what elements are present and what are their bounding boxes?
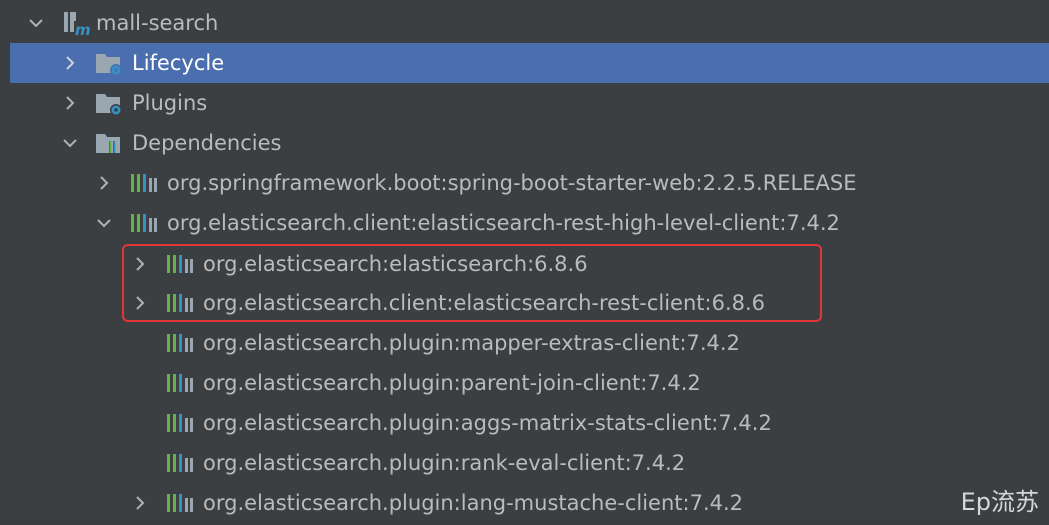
tree-node-root[interactable]: m mall-search — [10, 3, 1049, 43]
chevron-down-icon[interactable] — [92, 203, 116, 243]
library-icon — [166, 483, 200, 523]
chevron-right-icon[interactable] — [58, 83, 82, 123]
dependency-child-item[interactable]: org.elasticsearch.plugin:rank-eval-clien… — [10, 443, 1049, 483]
tree-node-label: Dependencies — [132, 131, 282, 155]
dependency-child-item[interactable]: org.elasticsearch.plugin:parent-join-cli… — [10, 363, 1049, 403]
dependency-label: org.elasticsearch.client:elasticsearch-r… — [203, 291, 766, 315]
dependency-label: org.elasticsearch:elasticsearch:6.8.6 — [203, 252, 588, 276]
plugins-folder-icon — [94, 83, 128, 123]
tree-node-dependencies[interactable]: Dependencies — [10, 123, 1049, 163]
watermark-text: Ep流苏 — [960, 488, 1039, 516]
library-icon — [166, 323, 200, 363]
library-icon — [166, 403, 200, 443]
dependency-label: org.elasticsearch.plugin:rank-eval-clien… — [203, 451, 686, 475]
dependency-label: org.elasticsearch.client:elasticsearch-r… — [167, 211, 840, 235]
dependency-item[interactable]: org.springframework.boot:spring-boot-sta… — [10, 163, 1049, 203]
dependency-child-item[interactable]: org.elasticsearch.plugin:mapper-extras-c… — [10, 323, 1049, 363]
chevron-right-icon[interactable] — [128, 244, 152, 284]
chevron-right-icon[interactable] — [128, 283, 152, 323]
dependency-label: org.elasticsearch.plugin:parent-join-cli… — [203, 371, 701, 395]
dependency-child-item[interactable]: org.elasticsearch.plugin:aggs-matrix-sta… — [10, 403, 1049, 443]
tree-node-label: Plugins — [132, 91, 208, 115]
dependency-label: org.elasticsearch.plugin:lang-mustache-c… — [203, 491, 744, 515]
maven-project-tree: m mall-search Lifecycle Plugins Dependen… — [0, 0, 1049, 525]
dependency-child-item[interactable]: org.elasticsearch.client:elasticsearch-r… — [10, 283, 1049, 323]
library-icon — [130, 203, 164, 243]
library-icon — [166, 363, 200, 403]
dependency-child-item[interactable]: org.elasticsearch.plugin:lang-mustache-c… — [10, 483, 1049, 523]
chevron-right-icon[interactable] — [128, 483, 152, 523]
dependency-label: org.elasticsearch.plugin:aggs-matrix-sta… — [203, 411, 772, 435]
chevron-right-icon[interactable] — [92, 163, 116, 203]
lifecycle-folder-icon — [94, 43, 128, 83]
chevron-down-icon[interactable] — [24, 3, 48, 43]
chevron-right-icon[interactable] — [58, 43, 82, 83]
dependencies-folder-icon — [94, 123, 128, 163]
library-icon — [166, 283, 200, 323]
maven-module-icon: m — [62, 3, 96, 43]
chevron-down-icon[interactable] — [58, 123, 82, 163]
library-icon — [130, 163, 164, 203]
library-icon — [166, 244, 200, 284]
dependency-child-item[interactable]: org.elasticsearch:elasticsearch:6.8.6 — [10, 244, 1049, 284]
library-icon — [166, 443, 200, 483]
dependency-label: org.elasticsearch.plugin:mapper-extras-c… — [203, 331, 740, 355]
dependency-item[interactable]: org.elasticsearch.client:elasticsearch-r… — [10, 203, 1049, 243]
tree-node-label: mall-search — [96, 11, 219, 35]
dependency-label: org.springframework.boot:spring-boot-sta… — [167, 171, 857, 195]
svg-text:m: m — [75, 21, 91, 37]
tree-node-lifecycle[interactable]: Lifecycle — [10, 43, 1049, 83]
tree-node-plugins[interactable]: Plugins — [10, 83, 1049, 123]
tree-node-label: Lifecycle — [132, 51, 225, 75]
